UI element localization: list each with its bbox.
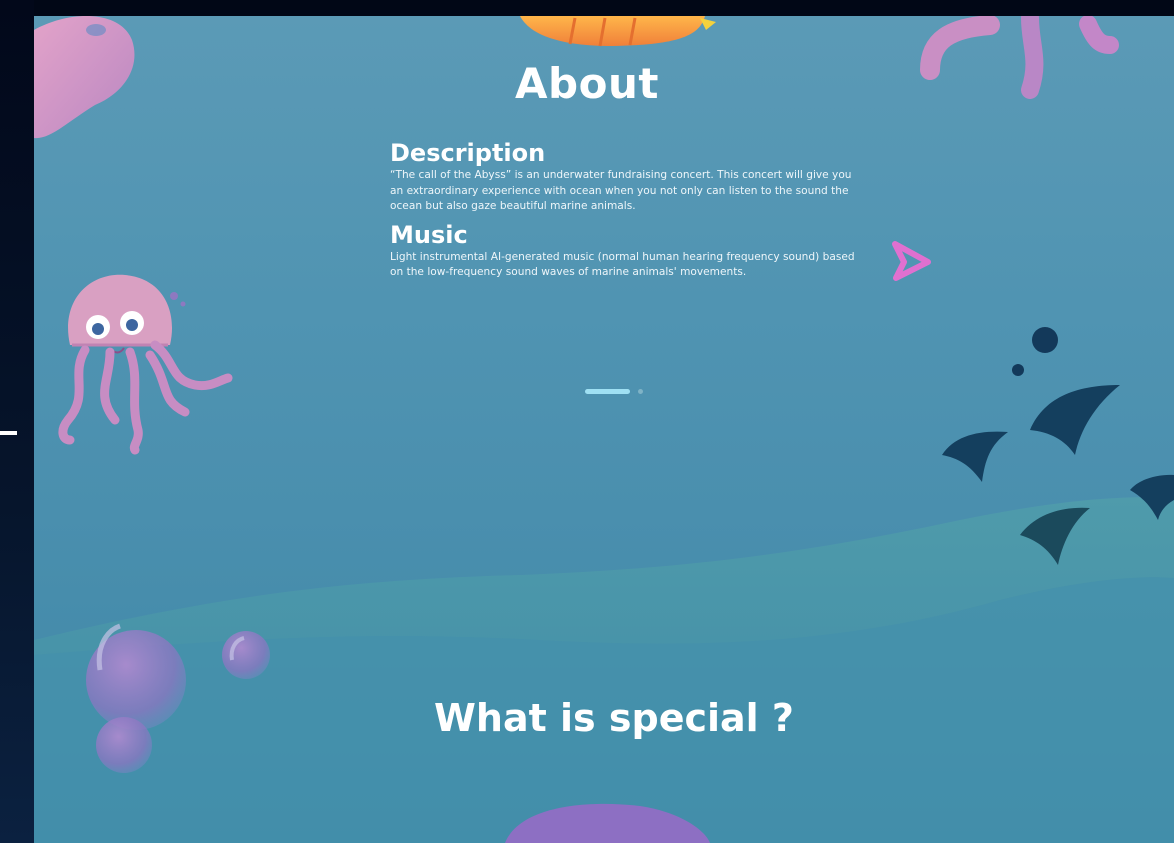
carousel-dot-active[interactable] (585, 389, 630, 394)
play-arrow-icon (892, 241, 931, 281)
about-title: About (515, 59, 659, 108)
what-is-special-title: What is special ? (434, 696, 794, 740)
about-content: Description “The call of the Abyss” is a… (390, 138, 860, 281)
top-dark-bar (34, 0, 1174, 16)
music-heading: Music (390, 220, 468, 249)
orange-creature (520, 16, 716, 47)
menu-dash-marker (0, 431, 17, 435)
description-text: “The call of the Abyss” is an underwater… (390, 169, 852, 213)
music-text: Light instrumental AI-generated music (n… (390, 250, 855, 279)
wave-shape (34, 497, 1174, 843)
jellyfish-icon (58, 274, 233, 455)
carousel-dot[interactable] (638, 389, 643, 394)
description-heading: Description (390, 139, 546, 167)
